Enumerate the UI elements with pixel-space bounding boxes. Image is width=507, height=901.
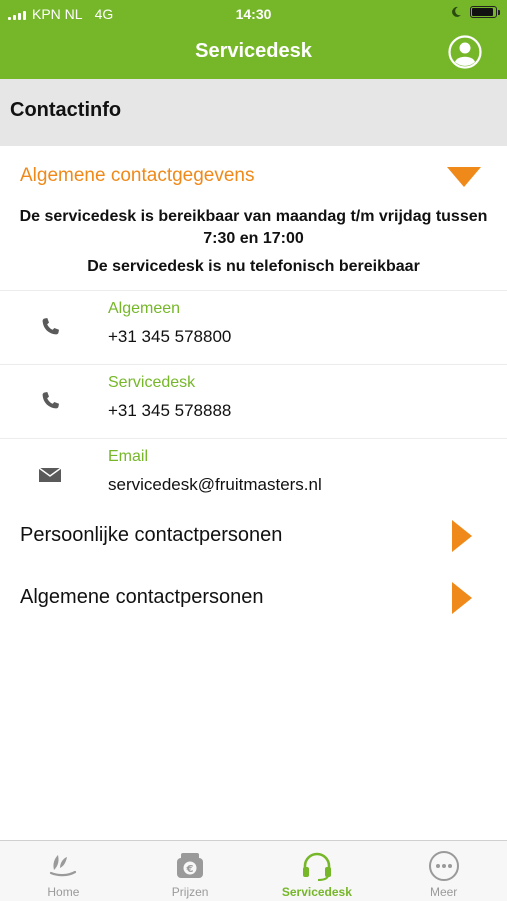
more-icon xyxy=(428,851,459,881)
mail-icon xyxy=(38,467,62,482)
availability-text: De servicedesk is nu telefonisch bereikb… xyxy=(87,258,420,275)
caret-right-icon xyxy=(452,582,472,614)
phone-icon xyxy=(42,392,59,409)
tab-bar: Home € Prijzen Servicedesk Meer xyxy=(0,840,507,901)
link-algemene-contactpersonen[interactable]: Algemene contactpersonen xyxy=(0,574,507,624)
tab-label: Servicedesk xyxy=(281,885,352,899)
tab-label: Meer xyxy=(429,885,458,899)
tab-meer[interactable]: Meer xyxy=(380,841,507,901)
contact-label: Algemeen xyxy=(108,300,181,317)
contact-value[interactable]: +31 345 578800 xyxy=(108,327,231,347)
section-header: Contactinfo xyxy=(0,79,507,146)
tab-home[interactable]: Home xyxy=(0,841,127,901)
svg-text:€: € xyxy=(186,864,194,875)
tab-prijzen[interactable]: € Prijzen xyxy=(127,841,254,901)
tab-servicedesk[interactable]: Servicedesk xyxy=(254,841,381,901)
status-bar: KPN NL 4G 14:30 xyxy=(0,0,507,28)
battery-icon xyxy=(470,6,500,18)
page-title: Servicedesk xyxy=(195,40,312,62)
phone-icon xyxy=(42,318,59,335)
headset-icon xyxy=(302,852,331,881)
hours-text-line-2: 7:30 en 17:00 xyxy=(203,230,304,247)
caret-right-icon xyxy=(452,520,472,552)
tab-label: Prijzen xyxy=(171,885,209,899)
contact-label: Email xyxy=(108,448,149,465)
top-bar: KPN NL 4G 14:30 Servicedesk xyxy=(0,0,507,79)
status-right xyxy=(450,6,500,18)
euro-icon: € xyxy=(177,853,204,878)
hours-text-line-1: De servicedesk is bereikbaar van maandag… xyxy=(19,208,488,225)
link-persoonlijke-contactpersonen[interactable]: Persoonlijke contactpersonen xyxy=(0,512,507,562)
contact-label: Servicedesk xyxy=(108,374,196,391)
accordion-title[interactable]: Algemene contactgegevens xyxy=(20,165,255,187)
link-label: Persoonlijke contactpersonen xyxy=(20,524,283,546)
contact-row-algemeen[interactable]: Algemeen +31 345 578800 xyxy=(0,290,507,365)
contact-value[interactable]: +31 345 578888 xyxy=(108,401,231,421)
user-circle-icon[interactable] xyxy=(448,35,482,69)
contact-row-servicedesk[interactable]: Servicedesk +31 345 578888 xyxy=(0,364,507,439)
moon-icon xyxy=(452,6,461,17)
home-leaf-icon xyxy=(50,855,77,877)
caret-down-icon[interactable] xyxy=(447,167,481,189)
status-time: 14:30 xyxy=(235,6,272,22)
link-label: Algemene contactpersonen xyxy=(20,586,264,608)
tab-label: Home xyxy=(47,885,80,899)
contact-row-email[interactable]: Email servicedesk@fruitmasters.nl xyxy=(0,438,507,513)
contact-value[interactable]: servicedesk@fruitmasters.nl xyxy=(108,475,322,495)
